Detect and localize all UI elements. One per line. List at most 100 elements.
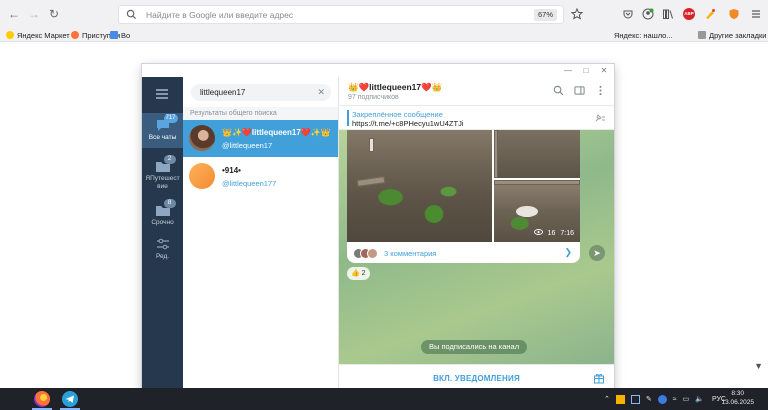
pinned-message[interactable]: Закреплённое сообщение https://t.me/+c8P… <box>339 106 614 130</box>
reaction-chip[interactable]: 👍 2 <box>347 267 370 280</box>
sidebar-toggle-icon[interactable] <box>574 85 585 96</box>
more-options-icon[interactable] <box>595 85 606 96</box>
extension-icon[interactable] <box>704 8 716 20</box>
pocket-icon[interactable] <box>622 8 634 20</box>
hamburger-menu-icon[interactable] <box>155 89 169 99</box>
eye-icon <box>533 229 543 237</box>
result-name: •914• <box>222 166 241 175</box>
bookmark-star-icon[interactable] <box>570 7 584 20</box>
avatar <box>189 163 215 189</box>
library-icon[interactable] <box>662 8 674 20</box>
pen-icon[interactable]: ✎ <box>646 395 652 403</box>
animal-figure <box>516 206 538 217</box>
telegram-window: — □ ✕ 717 Все чаты 2 ЯПутешест вие 8 Сро… <box>142 64 614 391</box>
channel-title: 👑❤️littlequeen17❤️👑 <box>348 82 443 92</box>
bookmark-label: Яндекс Маркет <box>17 30 70 40</box>
maximize-button[interactable]: □ <box>581 66 591 75</box>
chats-icon: 717 <box>155 114 178 132</box>
chevron-right-icon: ❯ <box>564 247 572 257</box>
folder-all-chats[interactable]: 717 Все чаты <box>142 113 183 148</box>
menu-icon[interactable] <box>750 8 762 20</box>
chat-list-panel: littlequeen17 ✕ Результаты общего поиска… <box>183 77 339 391</box>
zoom-level[interactable]: 67% <box>533 9 557 21</box>
folder-edit[interactable]: Ред. <box>142 233 183 260</box>
service-message: Вы подписались на канал <box>421 340 528 354</box>
chat-header[interactable]: 👑❤️littlequeen17❤️👑 97 подписчиков <box>339 77 614 106</box>
account-icon[interactable] <box>642 8 654 20</box>
forward-button[interactable]: → <box>26 6 42 22</box>
taskbar-clock[interactable]: 8:30 13.06.2025 <box>721 390 754 407</box>
minimize-button[interactable]: — <box>563 66 573 75</box>
firefox-taskbar-icon[interactable] <box>34 391 50 407</box>
channel-post: 16 7:16 3 комментария ❯ <box>347 130 580 263</box>
battery-icon[interactable]: ▭ <box>683 395 690 403</box>
share-icon[interactable]: ➤ <box>589 245 605 261</box>
chevron-up-icon[interactable]: ⌃ <box>604 395 610 403</box>
volume-icon[interactable]: 🔈 <box>695 395 704 403</box>
post-photo[interactable] <box>347 130 492 242</box>
folder-travel[interactable]: 2 ЯПутешест вие <box>142 155 183 190</box>
tray-app-icon[interactable] <box>615 394 625 404</box>
clear-search-icon[interactable]: ✕ <box>317 87 325 98</box>
back-button[interactable]: ← <box>6 6 22 22</box>
folder-label: Срочно <box>151 219 174 226</box>
pinned-link: https://t.me/+c8PHecyu1wU4ZTJi <box>352 119 464 128</box>
garden-board <box>494 180 580 185</box>
folder-label: ЯПутешест вие <box>145 175 180 190</box>
search-icon <box>126 9 137 22</box>
reload-button[interactable]: ↻ <box>46 6 62 22</box>
clock-date: 13.06.2025 <box>721 398 754 406</box>
comments-link[interactable]: 3 комментария ❯ <box>347 243 580 263</box>
folder-icon: 8 <box>155 199 176 217</box>
bookmark-other[interactable]: Другие закладки <box>698 29 766 41</box>
gift-icon[interactable] <box>593 372 605 384</box>
post-meta: 16 7:16 <box>533 229 574 237</box>
post-photo[interactable] <box>494 130 580 178</box>
folder-icon <box>110 31 118 39</box>
view-count: 16 <box>547 229 556 237</box>
search-input[interactable]: littlequeen17 ✕ <box>191 84 331 101</box>
vpn-shield-icon[interactable] <box>728 8 740 20</box>
folder-icon: 2 <box>155 155 176 173</box>
avatar <box>189 125 215 151</box>
address-bar[interactable]: Найдите в Google или введите адрес 67% <box>118 5 564 24</box>
start-button[interactable] <box>0 388 22 410</box>
adblock-label: ABP <box>684 11 694 16</box>
system-tray: ⌃ ✎ ≈ ▭ 🔈 РУС <box>604 388 726 410</box>
subscriber-count: 97 подписчиков <box>348 94 399 101</box>
result-name: 👑✨❤️littlequeen17❤️✨👑 <box>222 128 331 137</box>
chat-panel: 👑❤️littlequeen17❤️👑 97 подписчиков Закре… <box>339 77 614 391</box>
animal-leg <box>369 138 374 152</box>
adblock-icon[interactable]: ABP <box>683 8 695 20</box>
bookmark-truncated[interactable]: Во <box>110 29 130 41</box>
folder-label: Ред. <box>155 253 170 260</box>
result-username: @littlequeen177 <box>222 179 277 188</box>
close-button[interactable]: ✕ <box>599 66 609 75</box>
garden-board <box>494 130 498 178</box>
unread-badge: 2 <box>163 155 176 164</box>
commenter-avatar <box>367 247 378 259</box>
taskbar: ⌃ ✎ ≈ ▭ 🔈 РУС 8:30 13.06.2025 <box>0 388 768 410</box>
pinned-title: Закреплённое сообщение <box>352 110 443 119</box>
search-result-channel[interactable]: 👑✨❤️littlequeen17❤️✨👑 @littlequeen17 <box>183 120 338 157</box>
browser-page: — □ ✕ 717 Все чаты 2 ЯПутешест вие 8 Сро… <box>0 42 768 391</box>
screenshot-icon[interactable] <box>630 394 640 404</box>
folders-rail: 717 Все чаты 2 ЯПутешест вие 8 Срочно Ре… <box>142 77 183 391</box>
pin-list-icon[interactable] <box>594 113 606 123</box>
section-title: Результаты общего поиска <box>190 110 277 117</box>
clock-time: 8:30 <box>731 390 745 397</box>
search-icon[interactable] <box>553 85 564 96</box>
unread-badge: 717 <box>163 114 178 123</box>
post-photo[interactable]: 16 7:16 <box>494 180 580 242</box>
search-result-user[interactable]: •914• @littlequeen177 <box>183 158 338 195</box>
bookmark-label: Во <box>121 30 131 40</box>
scroll-down-arrow-icon[interactable]: ▼ <box>754 361 763 371</box>
telegram-taskbar-icon[interactable] <box>62 391 78 407</box>
bookmark-yandex-found[interactable]: Яндекс: нашло... <box>614 29 673 41</box>
wifi-icon[interactable]: ≈ <box>673 396 677 403</box>
folder-urgent[interactable]: 8 Срочно <box>142 199 183 227</box>
bookmark-yandex-market[interactable]: Яндекс Маркет <box>6 29 70 41</box>
tray-app-icon[interactable] <box>657 394 667 404</box>
browser-toolbar: ← → ↻ Найдите в Google или введите адрес… <box>0 0 768 28</box>
enable-notifications-button[interactable]: ВКЛ. УВЕДОМЛЕНИЯ <box>339 374 614 383</box>
